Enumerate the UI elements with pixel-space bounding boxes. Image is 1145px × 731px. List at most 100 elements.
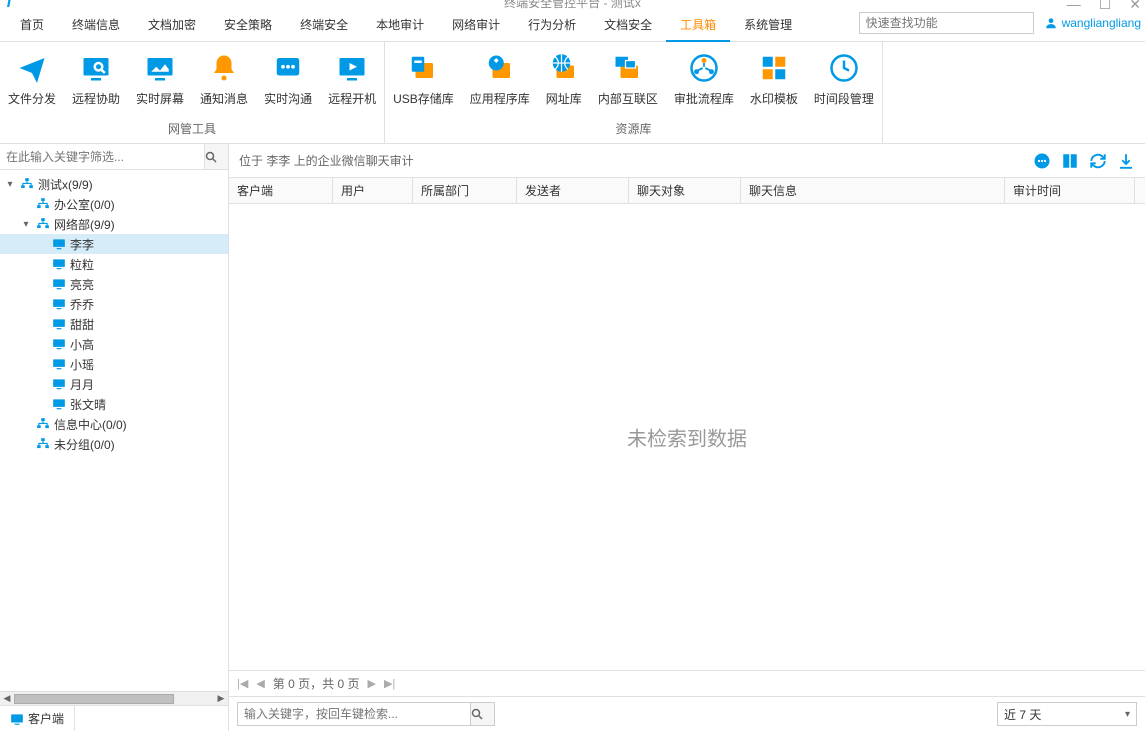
usb-box-icon [407, 52, 439, 84]
menu-0[interactable]: 首页 [6, 8, 58, 42]
scroll-left-icon[interactable]: ◀ [0, 693, 14, 704]
tree-toggle-icon[interactable]: ▾ [4, 179, 16, 190]
user-icon [1044, 16, 1058, 30]
ribbon-group: 文件分发远程协助实时屏幕通知消息实时沟通远程开机网管工具 [0, 42, 385, 143]
chat-view-icon[interactable] [1033, 152, 1051, 170]
pager: |◀ ◀ 第 0 页，共 0 页 ▶ ▶| [229, 671, 1145, 697]
ribbon-clock[interactable]: 时间段管理 [806, 48, 882, 118]
keyword-search-button[interactable] [470, 703, 494, 725]
user-label[interactable]: wangliangliang [1044, 16, 1141, 30]
ribbon-item-label: 内部互联区 [598, 90, 658, 107]
menu-9[interactable]: 工具箱 [666, 8, 730, 42]
monitor-icon [51, 336, 67, 352]
menu-7[interactable]: 行为分析 [514, 8, 590, 42]
period-select[interactable]: 近 7 天 ▾ [997, 702, 1137, 726]
scroll-right-icon[interactable]: ▶ [214, 693, 228, 704]
tree-node[interactable]: 甜甜 [0, 314, 228, 334]
menu-5[interactable]: 本地审计 [362, 8, 438, 42]
ribbon-globe-box[interactable]: 网址库 [538, 48, 590, 118]
tree-node[interactable]: ▾ 网络部(9/9) [0, 214, 228, 234]
breadcrumb-actions [1033, 152, 1135, 170]
quick-search-input[interactable] [859, 12, 1034, 34]
menu-3[interactable]: 安全策略 [210, 8, 286, 42]
search-row: 近 7 天 ▾ [229, 697, 1145, 731]
breadcrumb-bar: 位于 李李 上的企业微信聊天审计 [229, 144, 1145, 178]
export-icon[interactable] [1117, 152, 1135, 170]
monitor-icon [51, 376, 67, 392]
ribbon-chat[interactable]: 实时沟通 [256, 48, 320, 118]
pager-first-icon[interactable]: |◀ [237, 677, 248, 690]
keyword-input[interactable] [238, 703, 470, 725]
ribbon-group-label: 资源库 [615, 118, 651, 139]
ribbon-apps-box[interactable]: 应用程序库 [462, 48, 538, 118]
monitor-icon [51, 356, 67, 372]
tree-filter-input[interactable] [0, 144, 204, 169]
tree-node[interactable]: ▾测试x(9/9) [0, 174, 228, 194]
org-icon [35, 416, 51, 432]
tree-node[interactable]: 未分组(0/0) [0, 434, 228, 454]
tree-node[interactable]: 办公室(0/0) [0, 194, 228, 214]
grid-column-header[interactable]: 发送者 [517, 178, 629, 203]
ribbon-monitor-image[interactable]: 实时屏幕 [128, 48, 192, 118]
menu-2[interactable]: 文档加密 [134, 8, 210, 42]
tree-node[interactable]: 小瑶 [0, 354, 228, 374]
tree-node[interactable]: 乔乔 [0, 294, 228, 314]
pager-next-icon[interactable]: ▶ [367, 677, 375, 690]
tree-label: 粒粒 [70, 256, 94, 273]
ribbon-bell[interactable]: 通知消息 [192, 48, 256, 118]
ribbon-item-label: 通知消息 [200, 90, 248, 107]
pager-last-icon[interactable]: ▶| [384, 677, 395, 690]
menubar-right: wangliangliang [859, 12, 1141, 34]
pager-text: 第 0 页，共 0 页 [273, 675, 360, 692]
ribbon-monitor-play[interactable]: 远程开机 [320, 48, 384, 118]
chevron-down-icon: ▾ [1125, 709, 1130, 720]
menu-4[interactable]: 终端安全 [286, 8, 362, 42]
grid-column-header[interactable]: 审计时间 [1005, 178, 1135, 203]
ribbon-item-label: 时间段管理 [814, 90, 874, 107]
tree-label: 网络部(9/9) [54, 216, 115, 233]
tree-node[interactable]: 月月 [0, 374, 228, 394]
ribbon-plane[interactable]: 文件分发 [0, 48, 64, 118]
tree-filter-button[interactable] [204, 144, 228, 169]
ribbon-monitor-search[interactable]: 远程协助 [64, 48, 128, 118]
tree-node[interactable]: 张文晴 [0, 394, 228, 414]
grid-column-header[interactable]: 客户端 [229, 178, 333, 203]
org-icon [35, 196, 51, 212]
menu-6[interactable]: 网络审计 [438, 8, 514, 42]
refresh-icon[interactable] [1089, 152, 1107, 170]
ribbon-usb-box[interactable]: USB存储库 [385, 48, 462, 118]
grid-column-header[interactable]: 用户 [333, 178, 413, 203]
ribbon-devices-box[interactable]: 内部互联区 [590, 48, 666, 118]
monitor-icon [10, 712, 24, 726]
ribbon-item-label: 远程协助 [72, 90, 120, 107]
search-icon [471, 708, 483, 720]
grid-column-header[interactable]: 聊天对象 [629, 178, 741, 203]
monitor-icon [51, 256, 67, 272]
tab-clients[interactable]: 客户端 [0, 706, 75, 731]
grid-column-header[interactable]: 聊天信息 [741, 178, 1005, 203]
menu-bar: 首页终端信息文档加密安全策略终端安全本地审计网络审计行为分析文档安全工具箱系统管… [0, 8, 1145, 42]
org-tree: ▾测试x(9/9)办公室(0/0) ▾ 网络部(9/9)李李粒粒亮亮乔乔甜甜小高小瑶… [0, 170, 228, 691]
monitor-search-icon [80, 52, 112, 84]
ribbon-grid-box[interactable]: 水印模板 [742, 48, 806, 118]
menu-10[interactable]: 系统管理 [730, 8, 806, 42]
tree-node[interactable]: 粒粒 [0, 254, 228, 274]
tree-node[interactable]: 小高 [0, 334, 228, 354]
tree-node[interactable]: 李李 [0, 234, 228, 254]
tree-label: 张文晴 [70, 396, 106, 413]
columns-icon[interactable] [1061, 152, 1079, 170]
tree-node[interactable]: 亮亮 [0, 274, 228, 294]
pager-prev-icon[interactable]: ◀ [256, 677, 264, 690]
tree-node[interactable]: 信息中心(0/0) [0, 414, 228, 434]
grid-column-header[interactable]: 所属部门 [413, 178, 517, 203]
ribbon-item-label: 网址库 [546, 90, 582, 107]
ribbon-flow-circle[interactable]: 审批流程库 [666, 48, 742, 118]
plane-icon [16, 52, 48, 84]
right-panel: 位于 李李 上的企业微信聊天审计 客户端用户所属部门发送者聊天对象聊天信息审计时… [229, 144, 1145, 731]
tree-h-scrollbar[interactable]: ◀ ▶ [0, 691, 228, 705]
menu-1[interactable]: 终端信息 [58, 8, 134, 42]
ribbon-group-label: 网管工具 [168, 118, 216, 139]
menu-8[interactable]: 文档安全 [590, 8, 666, 42]
left-tabs: 客户端 [0, 705, 228, 731]
tree-toggle-icon[interactable]: ▾ [20, 219, 32, 230]
